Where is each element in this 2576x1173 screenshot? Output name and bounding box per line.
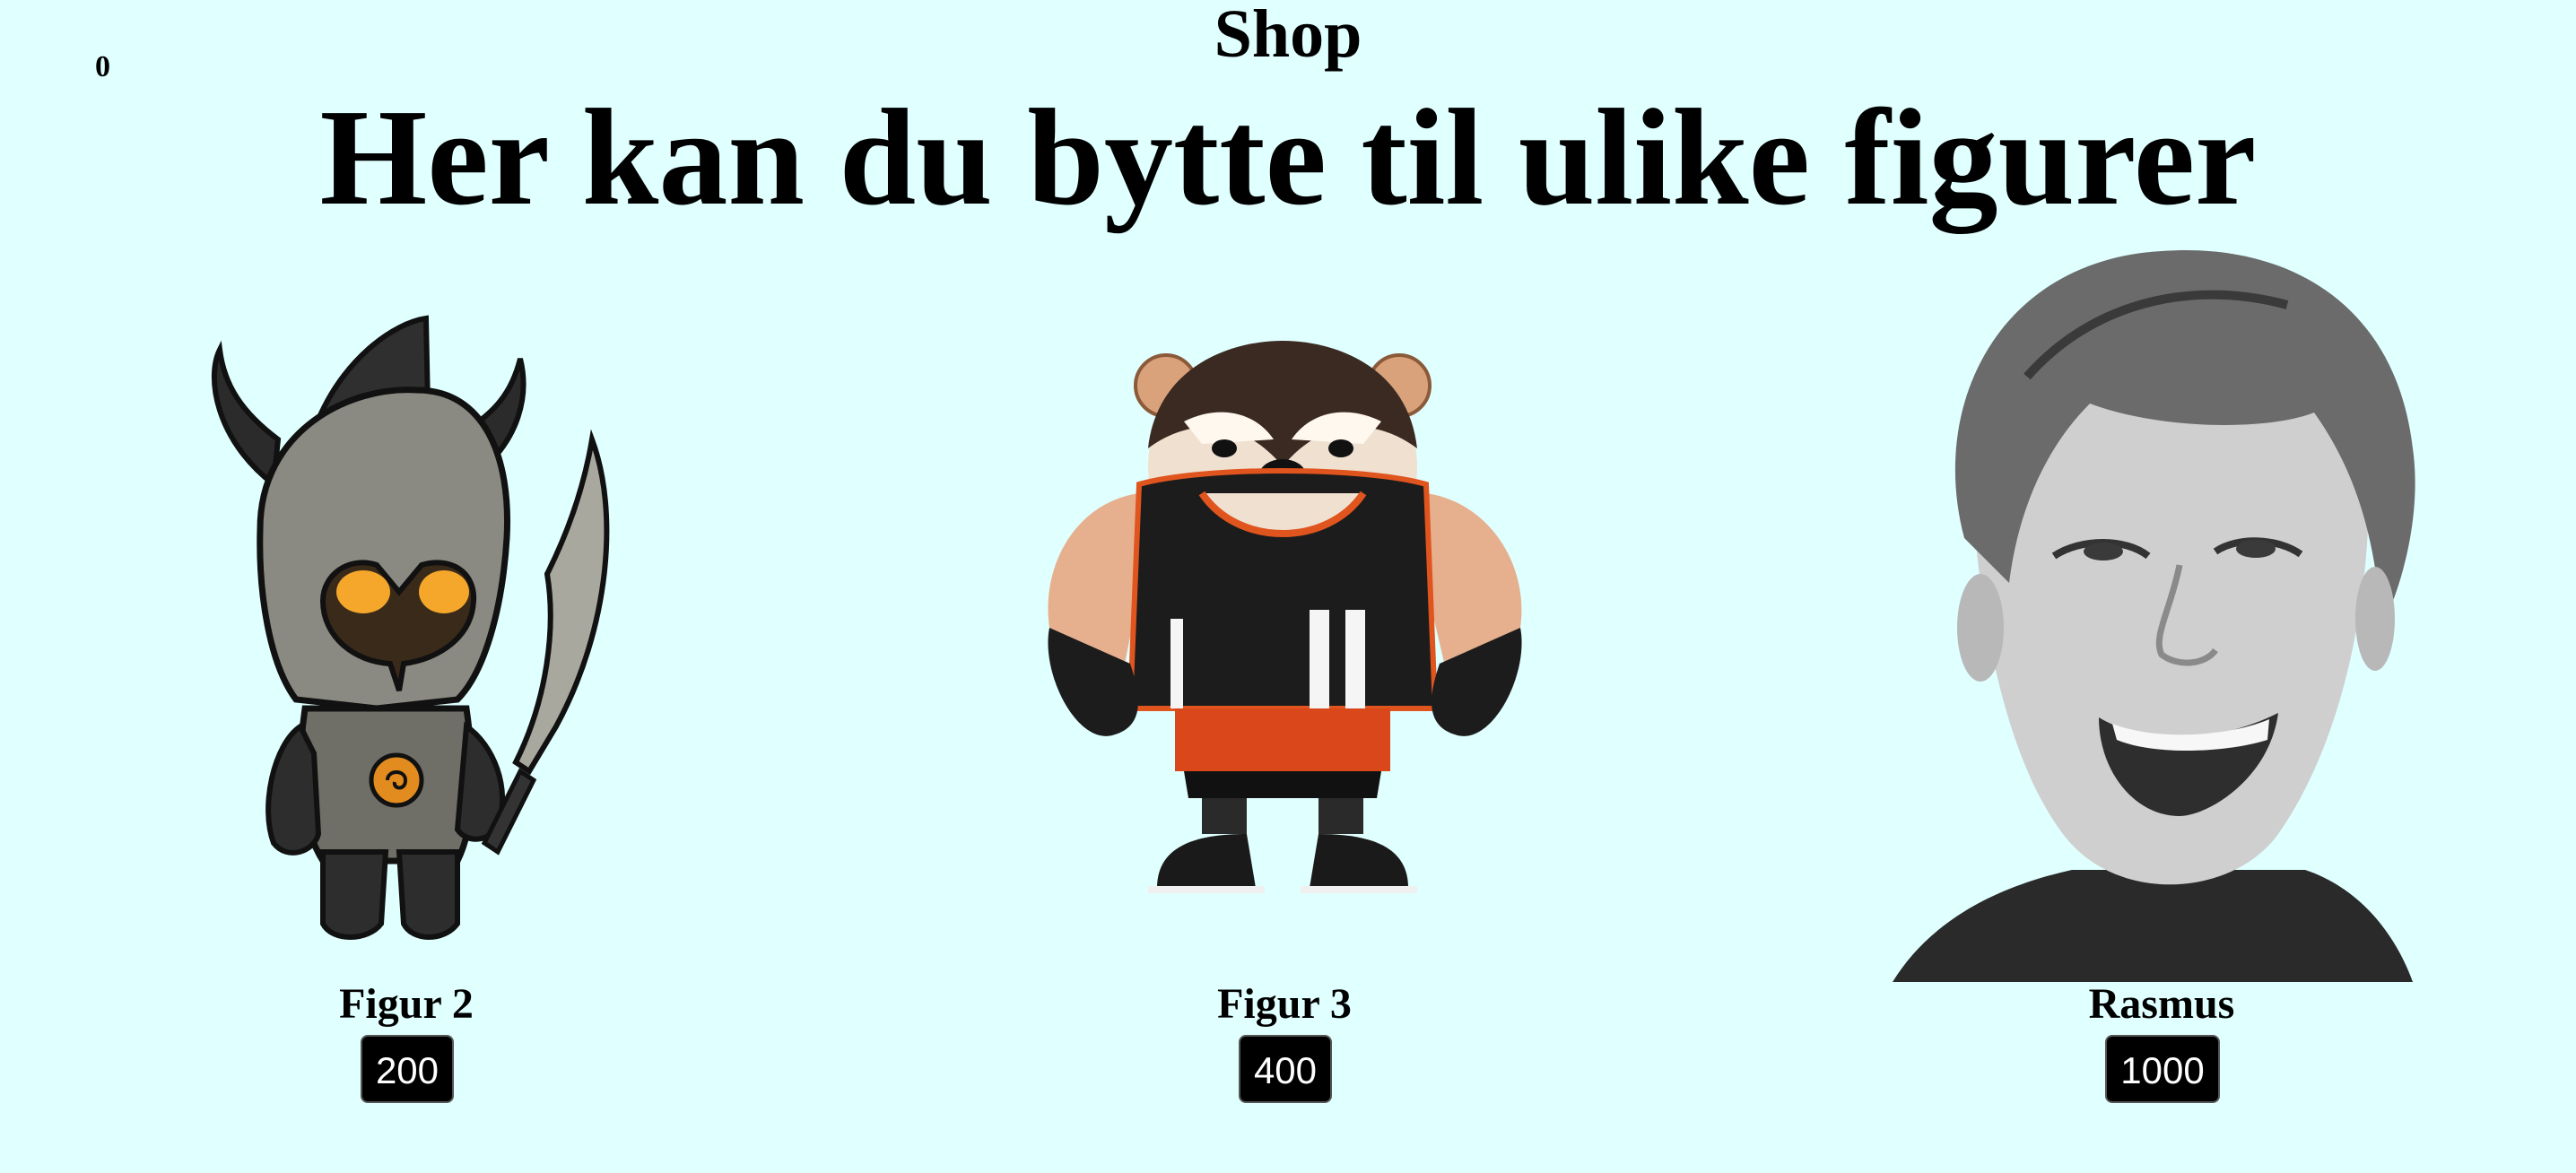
bear-athlete-figure[interactable]: [1023, 332, 1552, 906]
person-portrait-photo[interactable]: [1893, 242, 2431, 982]
buy-button-rasmus[interactable]: 1000: [2105, 1035, 2220, 1103]
horned-knight-figure[interactable]: [188, 305, 628, 951]
buy-button-figur-3[interactable]: 400: [1239, 1035, 1332, 1103]
page-title: Shop: [1214, 0, 1362, 72]
item-name-figur-2: Figur 2: [339, 980, 474, 1028]
buy-button-figur-2[interactable]: 200: [361, 1035, 454, 1103]
item-name-figur-3: Figur 3: [1217, 980, 1352, 1028]
item-name-rasmus: Rasmus: [2088, 980, 2235, 1028]
page-subtitle: Her kan du bytte til ulike figurer: [319, 82, 2257, 234]
